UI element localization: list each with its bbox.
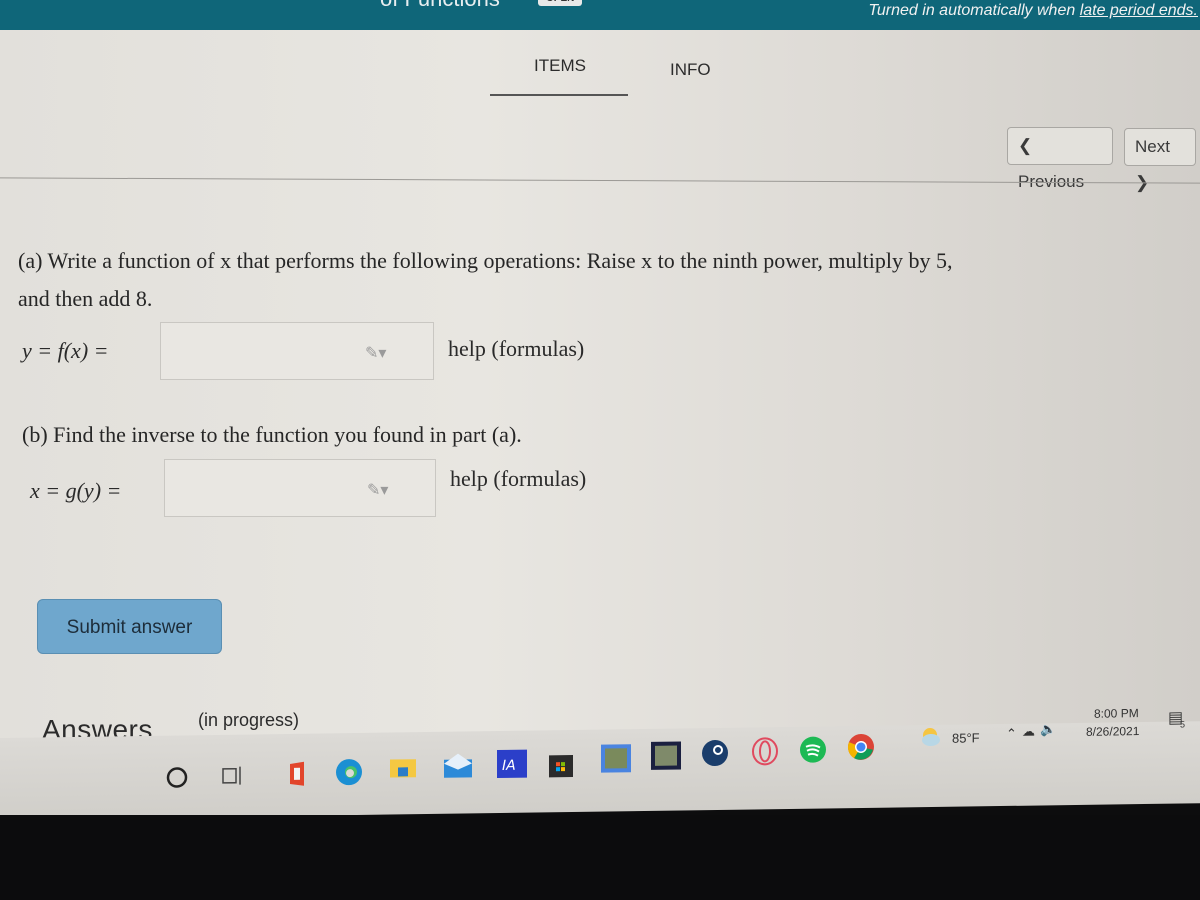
tab-bar: ITEMS INFO	[490, 56, 790, 100]
part-b-question: (b) Find the inverse to the function you…	[22, 422, 522, 447]
part-b-label: x = g(y) =	[30, 478, 122, 503]
part-a-question-line1: (a) Write a function of x that performs …	[18, 248, 953, 273]
screen-bezel	[0, 815, 1200, 900]
task-view-icon[interactable]	[220, 763, 250, 793]
game-icon[interactable]	[650, 741, 681, 771]
equation-editor-icon[interactable]: ✎▾	[365, 343, 387, 362]
assignment-title: of Functions	[380, 0, 500, 12]
chrome-icon[interactable]	[846, 732, 876, 762]
windows-taskbar: IA 85°F ⌃ ☁ 🔈 8:00 PM 8/26/2021 ▤ 5	[0, 706, 1200, 820]
weather-icon[interactable]	[918, 725, 948, 755]
part-b-answer-input[interactable]: ✎▾	[164, 459, 436, 517]
part-a-question-line2: and then add 8.	[18, 286, 153, 311]
clock-time[interactable]: 8:00 PM	[1094, 706, 1139, 721]
answers-status: (in progress)	[198, 710, 300, 730]
tab-info[interactable]: INFO	[670, 60, 711, 80]
clock-date[interactable]: 8/26/2021	[1086, 724, 1139, 739]
volume-icon[interactable]: 🔈	[1040, 721, 1056, 737]
notification-count: 5	[1180, 719, 1186, 730]
store-icon[interactable]	[546, 746, 576, 778]
steam-icon[interactable]	[700, 738, 730, 768]
status-badge: OPEN	[538, 0, 583, 6]
equation-editor-icon[interactable]: ✎▾	[367, 480, 389, 499]
turned-in-text: Turned in automatically when	[868, 2, 1080, 19]
active-tab-indicator	[490, 94, 628, 96]
weather-temperature[interactable]: 85°F	[952, 730, 980, 745]
opera-icon[interactable]	[750, 736, 780, 766]
tab-items[interactable]: ITEMS	[534, 56, 586, 76]
search-icon[interactable]	[165, 765, 195, 795]
next-button[interactable]: Next ❯	[1124, 128, 1196, 192]
assignment-page: ITEMS INFO ❮ Previous Next ❯ (a) Write a…	[0, 30, 1200, 748]
part-a-help-link[interactable]: help (formulas)	[448, 336, 584, 362]
photos-icon[interactable]	[600, 743, 631, 773]
previous-button[interactable]: ❮ Previous	[1007, 127, 1113, 191]
office-icon[interactable]	[284, 760, 314, 790]
spotify-icon[interactable]	[798, 734, 828, 764]
mail-icon[interactable]	[442, 751, 472, 781]
edge-icon[interactable]	[334, 757, 364, 787]
part-b-help-link[interactable]: help (formulas)	[450, 466, 586, 492]
assignment-header: of Functions OPEN Turned in automaticall…	[0, 0, 1200, 32]
file-explorer-icon[interactable]	[388, 754, 418, 784]
part-a-answer-input[interactable]: ✎▾	[160, 322, 434, 380]
show-hidden-icons[interactable]: ⌃	[1006, 726, 1017, 742]
late-period-link[interactable]: late period ends.	[1080, 2, 1198, 19]
app-ia-icon[interactable]: IA	[496, 749, 527, 779]
turned-in-notice: Turned in automatically when late period…	[868, 2, 1198, 20]
onedrive-icon[interactable]: ☁	[1022, 724, 1035, 740]
part-a-label: y = f(x) =	[22, 338, 109, 363]
submit-answer-button[interactable]: Submit answer	[37, 599, 222, 654]
svg-text:IA: IA	[502, 758, 516, 774]
